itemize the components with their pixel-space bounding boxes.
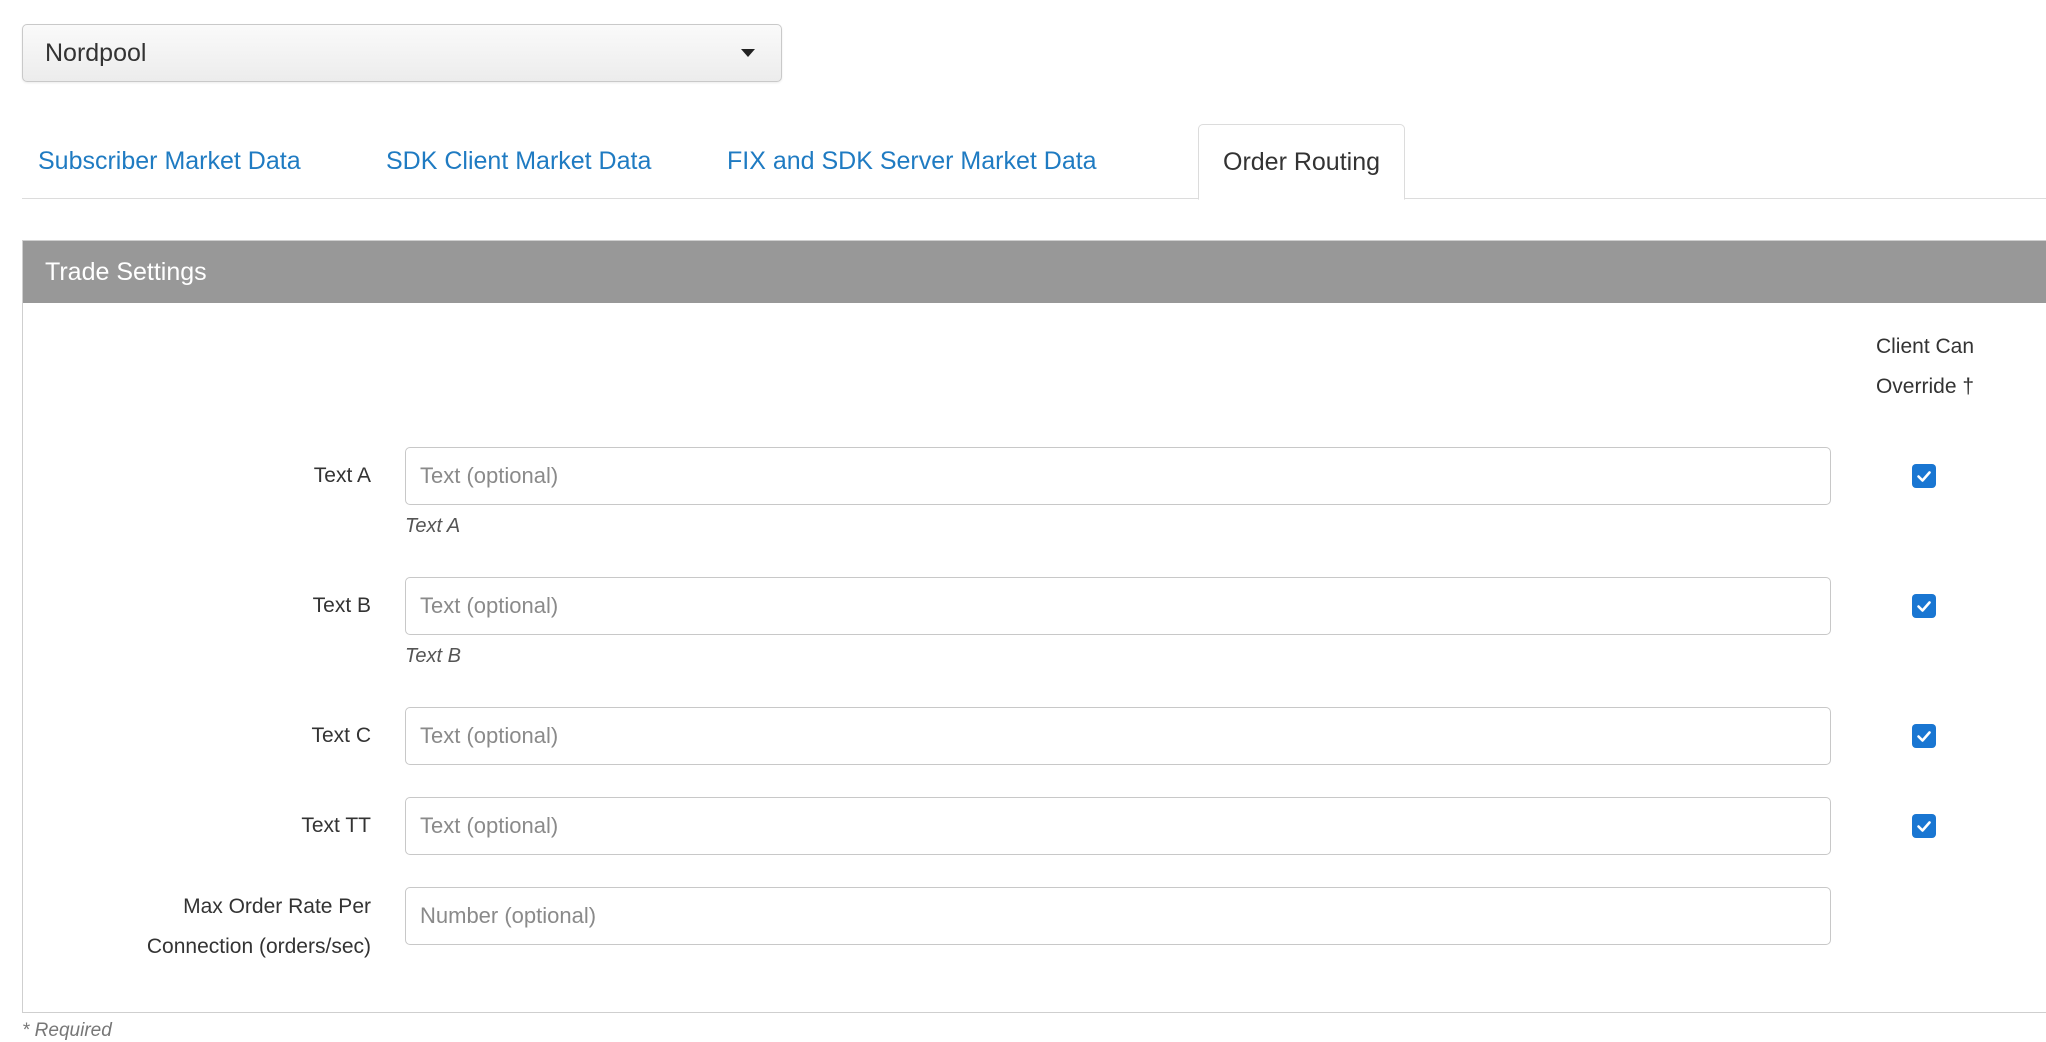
text-tt-input[interactable] <box>405 797 1831 855</box>
text-c-input[interactable] <box>405 707 1831 765</box>
client-can-override-header: Client Can Override † <box>1865 327 1985 407</box>
help-text-text-b: Text B <box>405 645 461 667</box>
field-label-text-a: Text A <box>313 464 371 487</box>
override-checkbox-text-tt[interactable] <box>1912 814 1936 838</box>
tab-order-routing[interactable]: Order Routing <box>1198 124 1406 200</box>
trade-settings-panel: Trade Settings Client Can Override † Tex… <box>22 240 2046 1013</box>
checkmark-icon <box>1917 601 1931 612</box>
tab-subscriber-market-data[interactable]: Subscriber Market Data <box>38 124 301 199</box>
checkmark-icon <box>1917 821 1931 832</box>
panel-title: Trade Settings <box>23 241 2046 303</box>
checkmark-icon <box>1917 731 1931 742</box>
field-label-max-order-rate-line1: Max Order Rate Per <box>183 895 371 918</box>
field-label-max-order-rate: Max Order Rate Per Connection (orders/se… <box>147 887 371 967</box>
exchange-select[interactable]: Nordpool <box>22 24 782 82</box>
checkmark-icon <box>1917 471 1931 482</box>
field-label-max-order-rate-line2: Connection (orders/sec) <box>146 935 371 958</box>
required-note: * Required <box>22 1020 112 1041</box>
field-label-text-tt: Text TT <box>301 814 371 837</box>
field-label-text-c: Text C <box>311 724 371 747</box>
override-checkbox-text-b[interactable] <box>1912 594 1936 618</box>
help-text-text-a: Text A <box>405 515 461 537</box>
field-label-text-b: Text B <box>312 594 371 617</box>
override-header-line1: Client Can <box>1875 335 1975 358</box>
override-checkbox-text-c[interactable] <box>1912 724 1936 748</box>
override-checkbox-text-a[interactable] <box>1912 464 1936 488</box>
override-header-line2: Override † <box>1875 375 1975 398</box>
exchange-select-value: Nordpool <box>45 38 147 67</box>
text-a-input[interactable] <box>405 447 1831 505</box>
text-b-input[interactable] <box>405 577 1831 635</box>
caret-down-icon <box>741 49 755 57</box>
tab-fix-sdk-server-market-data[interactable]: FIX and SDK Server Market Data <box>727 124 1097 199</box>
tab-bar: Subscriber Market Data SDK Client Market… <box>22 124 2046 200</box>
tab-sdk-client-market-data[interactable]: SDK Client Market Data <box>386 124 651 199</box>
max-order-rate-input[interactable] <box>405 887 1831 945</box>
